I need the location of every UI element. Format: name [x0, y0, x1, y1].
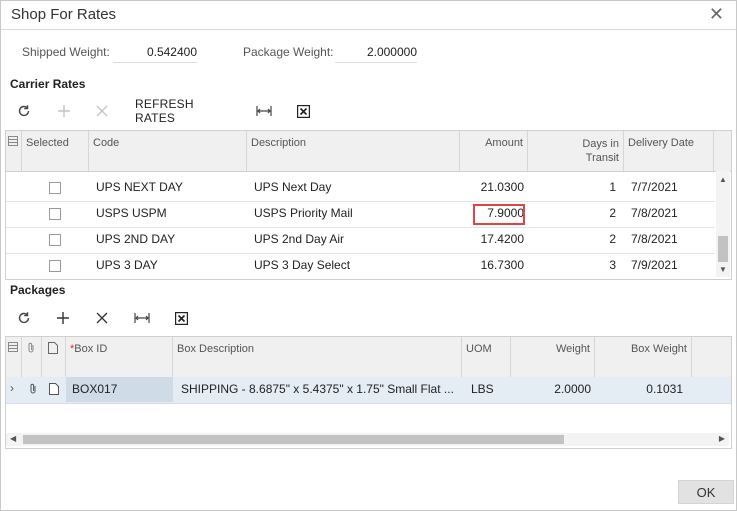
box-id-cell[interactable]: BOX017: [66, 377, 173, 402]
scroll-down-icon[interactable]: ▼: [719, 265, 727, 274]
delivery-date-cell: 7/7/2021: [631, 180, 678, 194]
amount-cell: 17.4200: [480, 232, 524, 246]
column-header-weight[interactable]: Weight: [511, 337, 595, 377]
selected-checkbox[interactable]: [49, 260, 61, 272]
refresh-icon[interactable]: [13, 100, 35, 122]
days-in-transit-line1: Days in: [582, 138, 619, 150]
refresh-icon[interactable]: [13, 307, 35, 329]
box-weight-cell: 0.1031: [646, 382, 683, 396]
close-icon[interactable]: ✕: [709, 5, 724, 23]
add-icon[interactable]: [52, 307, 74, 329]
selected-checkbox[interactable]: [49, 182, 61, 194]
column-header-description[interactable]: Description: [247, 131, 460, 171]
carrier-rates-title: Carrier Rates: [10, 77, 86, 91]
column-header-box-id[interactable]: *Box ID: [66, 337, 173, 377]
scroll-right-icon[interactable]: ▶: [719, 434, 725, 443]
code-cell: UPS NEXT DAY: [96, 180, 183, 194]
table-row[interactable]: › BOX017 SHIPPING - 8.6875" x 5.4375" x …: [6, 377, 731, 404]
selected-checkbox[interactable]: [49, 234, 61, 246]
box-id-header-label: Box ID: [74, 343, 108, 355]
shop-for-rates-dialog: Shop For Rates ✕ Shipped Weight: 0.54240…: [0, 0, 737, 511]
column-header-uom[interactable]: UOM: [462, 337, 511, 377]
code-cell: UPS 3 DAY: [96, 258, 158, 272]
column-header-box-weight[interactable]: Box Weight: [595, 337, 692, 377]
refresh-rates-button[interactable]: REFRESH RATES: [135, 97, 233, 125]
code-cell: USPS USPM: [96, 206, 167, 220]
fit-columns-icon[interactable]: [253, 100, 275, 122]
row-selector-icon[interactable]: [6, 131, 22, 171]
scroll-left-icon[interactable]: ◀: [10, 434, 16, 443]
note-header-icon[interactable]: [42, 337, 66, 377]
description-cell: UPS Next Day: [254, 180, 332, 194]
export-excel-icon[interactable]: [292, 100, 314, 122]
weight-cell: 2.0000: [554, 382, 591, 396]
export-excel-icon[interactable]: [170, 307, 192, 329]
days-cell: 2: [609, 232, 616, 246]
column-header-code[interactable]: Code: [89, 131, 247, 171]
column-header-amount[interactable]: Amount: [460, 131, 528, 171]
dialog-title: Shop For Rates: [11, 6, 117, 23]
column-header-selected[interactable]: Selected: [22, 131, 89, 171]
packages-title: Packages: [10, 283, 66, 297]
scrollbar-thumb[interactable]: [23, 435, 564, 444]
delivery-date-cell: 7/9/2021: [631, 258, 678, 272]
table-row[interactable]: UPS 3 DAY UPS 3 Day Select 16.7300 3 7/9…: [6, 253, 715, 279]
days-cell: 3: [609, 258, 616, 272]
days-cell: 2: [609, 206, 616, 220]
uom-cell: LBS: [471, 382, 494, 396]
packages-horizontal-scrollbar[interactable]: ◀ ▶: [6, 433, 729, 446]
amount-highlight-box: [473, 204, 525, 225]
days-in-transit-line2: Transit: [585, 152, 619, 164]
dialog-titlebar: Shop For Rates ✕: [1, 1, 736, 30]
description-cell: UPS 3 Day Select: [254, 258, 351, 272]
carrier-rates-grid: Selected Code Description Amount Days in…: [5, 130, 732, 280]
note-icon[interactable]: [49, 383, 59, 395]
description-cell: UPS 2nd Day Air: [254, 232, 345, 246]
scroll-up-icon[interactable]: ▲: [719, 175, 727, 184]
fit-columns-icon[interactable]: [131, 307, 153, 329]
table-row[interactable]: UPS 2ND DAY UPS 2nd Day Air 17.4200 2 7/…: [6, 227, 715, 254]
scrollbar-thumb[interactable]: [718, 236, 728, 262]
packages-grid: *Box ID Box Description UOM Weight Box W…: [5, 336, 732, 449]
packages-toolbar: [9, 307, 209, 329]
package-weight-value: 2.000000: [335, 45, 417, 63]
table-row[interactable]: UPS NEXT DAY UPS Next Day 21.0300 1 7/7/…: [6, 175, 715, 202]
description-cell: USPS Priority Mail: [254, 206, 353, 220]
row-selector-icon[interactable]: [6, 337, 22, 377]
ok-button[interactable]: OK: [678, 480, 734, 504]
row-expand-chevron-icon[interactable]: ›: [10, 381, 14, 395]
shipped-weight-value: 0.542400: [113, 45, 197, 63]
selected-checkbox[interactable]: [49, 208, 61, 220]
delivery-date-cell: 7/8/2021: [631, 206, 678, 220]
box-description-cell: SHIPPING - 8.6875" x 5.4375" x 1.75" Sma…: [181, 382, 454, 396]
packages-header: *Box ID Box Description UOM Weight Box W…: [6, 337, 731, 378]
shipped-weight-label: Shipped Weight:: [22, 45, 110, 59]
code-cell: UPS 2ND DAY: [96, 232, 176, 246]
column-header-delivery-date[interactable]: Delivery Date: [624, 131, 714, 171]
amount-cell: 16.7300: [480, 258, 524, 272]
days-cell: 1: [609, 180, 616, 194]
delivery-date-cell: 7/8/2021: [631, 232, 678, 246]
column-header-days-in-transit[interactable]: Days in Transit: [528, 131, 624, 171]
table-row[interactable]: USPS USPM USPS Priority Mail 7.9000 2 7/…: [6, 201, 715, 228]
carrier-rates-vertical-scrollbar[interactable]: ▲ ▼: [716, 171, 730, 277]
package-weight-label: Package Weight:: [243, 45, 334, 59]
carrier-rates-toolbar: REFRESH RATES: [9, 97, 329, 125]
attachment-icon[interactable]: [28, 383, 38, 395]
add-icon[interactable]: [53, 100, 75, 122]
delete-icon[interactable]: [91, 307, 113, 329]
amount-cell: 21.0300: [480, 180, 524, 194]
column-header-box-description[interactable]: Box Description: [173, 337, 462, 377]
delete-icon[interactable]: [91, 100, 113, 122]
attachment-header-icon[interactable]: [22, 337, 42, 377]
carrier-rates-header: Selected Code Description Amount Days in…: [6, 131, 731, 172]
